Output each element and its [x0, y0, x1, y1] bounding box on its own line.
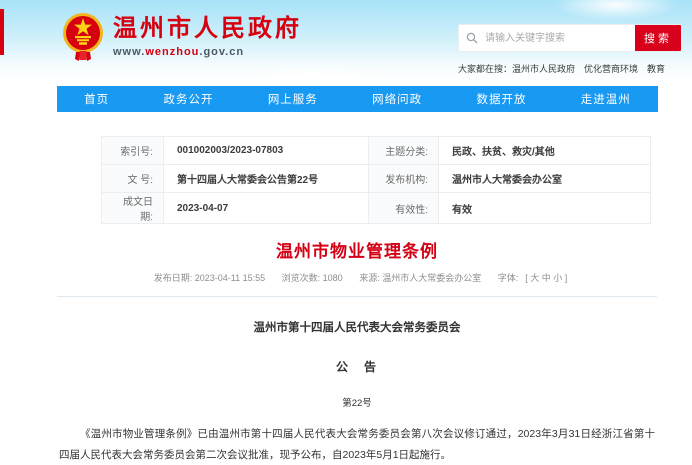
nav-item-open-data[interactable]: 数据开放 — [476, 91, 526, 107]
search-button[interactable]: 搜索 — [635, 25, 681, 51]
doc-number-value: 第十四届人大常委会公告第22号 — [164, 165, 369, 193]
index-number-label: 索引号: — [102, 137, 164, 165]
hot-search-link[interactable]: 优化营商环境 — [584, 64, 638, 74]
font-size-options[interactable]: [ 大 中 小 ] — [525, 273, 567, 283]
issuing-agency-label: 发布机构: — [369, 165, 439, 193]
url-suffix: .gov.cn — [199, 46, 244, 58]
page: 温州市人民政府 www.wenzhou.gov.cn 搜索 大家都在搜：温州市人… — [0, 0, 692, 465]
url-highlight: wenzhou — [145, 46, 199, 58]
brand-text: 温州市人民政府 www.wenzhou.gov.cn — [113, 11, 302, 58]
font-size-label: 字体: — [498, 273, 519, 283]
nav-item-gov-affairs[interactable]: 政务公开 — [163, 91, 213, 107]
table-row: 成文日期: 2023-04-07 有效性: 有效 — [102, 193, 651, 224]
hot-search-label: 大家都在搜： — [458, 64, 512, 74]
notice-number: 第22号 — [57, 395, 657, 409]
committee-heading: 温州市第十四届人民代表大会常务委员会 — [57, 319, 657, 335]
date-written-label: 成文日期: — [102, 193, 164, 224]
url-prefix: www. — [113, 46, 145, 58]
document-meta-table: 索引号: 001002003/2023-07803 主题分类: 民政、扶贫、救灾… — [101, 136, 651, 224]
search-icon — [459, 25, 485, 51]
article-content: 索引号: 001002003/2023-07803 主题分类: 民政、扶贫、救灾… — [57, 136, 657, 465]
topic-category-label: 主题分类: — [369, 137, 439, 165]
page-title: 温州市物业管理条例 — [57, 237, 657, 262]
national-emblem-logo — [62, 11, 104, 63]
index-number-value: 001002003/2023-07803 — [164, 137, 369, 165]
source: 来源: 温州市人大常委会办公室 — [359, 273, 481, 283]
article-meta-line: 发布日期: 2023-04-11 15:55 浏览次数: 1080 来源: 温州… — [57, 271, 657, 297]
nav-item-home[interactable]: 首页 — [84, 91, 109, 107]
hot-search-link[interactable]: 温州市人民政府 — [512, 64, 575, 74]
main-nav: 首页 政务公开 网上服务 网络问政 数据开放 走进温州 — [57, 86, 658, 112]
search-area: 搜索 大家都在搜：温州市人民政府优化营商环境教育 — [458, 24, 682, 75]
doc-number-label: 文 号: — [102, 165, 164, 193]
nav-item-online-services[interactable]: 网上服务 — [268, 91, 318, 107]
left-edge-red-banner — [0, 9, 4, 55]
topic-category-value: 民政、扶贫、救灾/其他 — [439, 137, 651, 165]
search-input[interactable] — [485, 25, 635, 51]
site-title: 温州市人民政府 — [113, 16, 302, 42]
view-count: 浏览次数: 1080 — [282, 273, 343, 283]
table-row: 索引号: 001002003/2023-07803 主题分类: 民政、扶贫、救灾… — [102, 137, 651, 165]
date-written-value: 2023-04-07 — [164, 193, 369, 224]
validity-label: 有效性: — [369, 193, 439, 224]
header-banner: 温州市人民政府 www.wenzhou.gov.cn 搜索 大家都在搜：温州市人… — [0, 0, 692, 80]
site-brand[interactable]: 温州市人民政府 www.wenzhou.gov.cn — [62, 11, 302, 63]
publish-date: 发布日期: 2023-04-11 15:55 — [154, 273, 265, 283]
hot-search-bar: 大家都在搜：温州市人民政府优化营商环境教育 — [458, 62, 682, 75]
nav-item-about-wenzhou[interactable]: 走进温州 — [581, 91, 631, 107]
nav-item-online-politics[interactable]: 网络问政 — [372, 91, 422, 107]
search-box: 搜索 — [458, 24, 682, 52]
site-url: www.wenzhou.gov.cn — [113, 46, 302, 58]
notice-paragraph: 《温州市物业管理条例》已由温州市第十四届人民代表大会常务委员会第八次会议修订通过… — [59, 424, 655, 465]
validity-value: 有效 — [439, 193, 651, 224]
issuing-agency-value: 温州市人大常委会办公室 — [439, 165, 651, 193]
table-row: 文 号: 第十四届人大常委会公告第22号 发布机构: 温州市人大常委会办公室 — [102, 165, 651, 193]
hot-search-link[interactable]: 教育 — [647, 64, 665, 74]
notice-heading: 公 告 — [57, 358, 657, 375]
